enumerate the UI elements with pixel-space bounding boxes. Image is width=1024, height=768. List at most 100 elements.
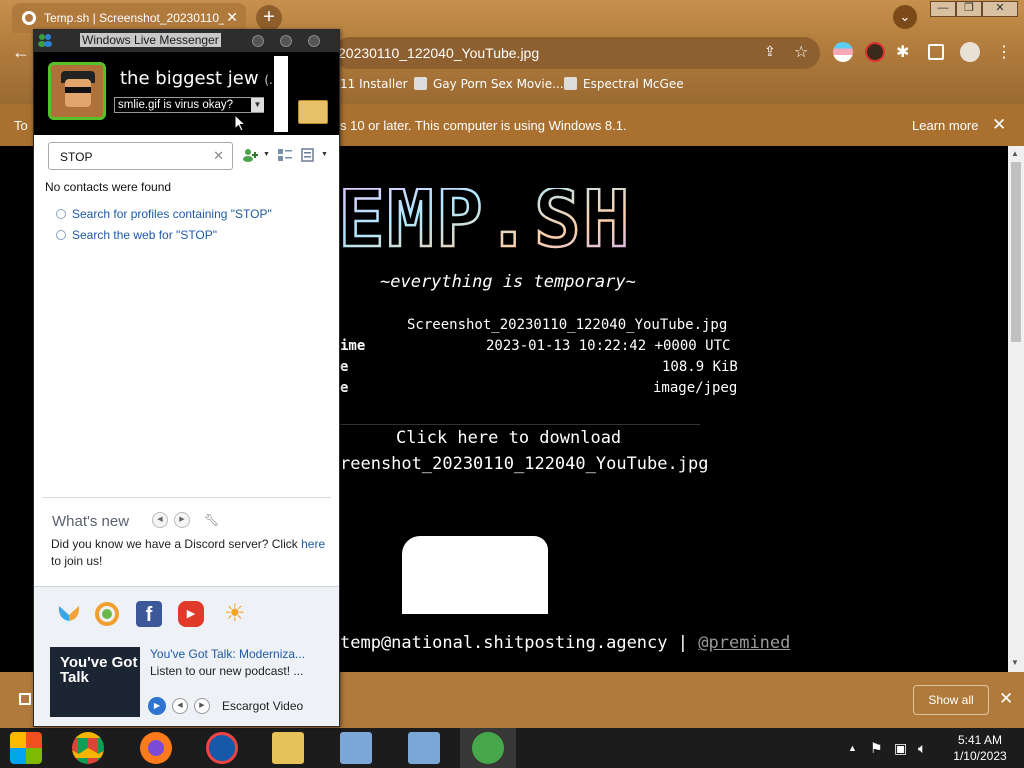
volume-icon[interactable]: 🔈︎ bbox=[918, 740, 926, 757]
minimize-button[interactable]: — bbox=[930, 1, 956, 17]
divider bbox=[340, 424, 700, 425]
bookmark-movie[interactable]: Gay Porn Sex Movie... bbox=[414, 77, 564, 91]
network-app-2-taskbar-icon[interactable] bbox=[408, 732, 440, 764]
whats-new-prev-icon[interactable]: ◀ bbox=[152, 512, 168, 528]
whats-new-divider bbox=[42, 497, 331, 498]
address-bar[interactable]: 20230110_122040_YouTube.jpg ⇪ ☆ bbox=[334, 37, 820, 69]
opera-taskbar-icon[interactable] bbox=[206, 732, 238, 764]
network-icon[interactable]: ▣ bbox=[894, 740, 907, 757]
add-contact-icon[interactable] bbox=[242, 147, 258, 163]
footer-handle-link[interactable]: @premined bbox=[698, 633, 790, 653]
messenger-close-button[interactable] bbox=[308, 35, 320, 47]
search-profiles-link[interactable]: Search for profiles containing "STOP" bbox=[56, 207, 272, 221]
header-background-decoration bbox=[274, 56, 288, 132]
show-all-button[interactable]: Show all bbox=[913, 685, 989, 715]
status-dropdown-icon[interactable]: ▼ bbox=[251, 98, 264, 112]
bookmark-espectral[interactable]: Espectral McGee bbox=[564, 77, 684, 91]
scroll-down-arrow-icon[interactable]: ▼ bbox=[1011, 658, 1019, 667]
tab-close-icon[interactable]: ✕ bbox=[226, 9, 238, 26]
contact-search-input[interactable]: STOP ✕ bbox=[48, 142, 233, 170]
info-bar-message-start: To bbox=[14, 118, 28, 133]
clock-date: 1/10/2023 bbox=[953, 749, 1007, 763]
info-bar-message: s 10 or later. This computer is using Wi… bbox=[340, 118, 627, 133]
contact-card-icon[interactable] bbox=[298, 100, 328, 124]
maximize-button[interactable]: ❐ bbox=[956, 1, 982, 17]
ad-title-link[interactable]: You've Got Talk: Moderniza... bbox=[150, 647, 305, 661]
download-item-icon[interactable] bbox=[19, 693, 31, 705]
extension-flag-icon[interactable] bbox=[833, 42, 853, 62]
extension-avatar-icon[interactable] bbox=[865, 42, 885, 62]
flag-icon[interactable]: ⚑ bbox=[870, 740, 883, 757]
discord-here-link[interactable]: here bbox=[301, 537, 325, 551]
youtube-icon[interactable]: ▶ bbox=[178, 601, 204, 627]
personal-message[interactable]: smlie.gif is virus okay? bbox=[114, 97, 264, 113]
site-favicon-icon bbox=[22, 11, 36, 25]
size-value: 108.9 KiB bbox=[662, 359, 738, 375]
type-value: image/jpeg bbox=[653, 380, 738, 396]
type-label: e bbox=[340, 380, 349, 396]
tab-search-chevron-icon[interactable]: ⌄ bbox=[893, 5, 917, 29]
options-menu-icon[interactable] bbox=[301, 147, 317, 163]
profile-avatar-icon[interactable] bbox=[960, 42, 980, 62]
whats-new-text: Did you know we have a Discord server? C… bbox=[51, 537, 326, 568]
display-name[interactable]: the biggest jew (... bbox=[120, 68, 280, 89]
back-arrow-icon[interactable]: ← bbox=[12, 42, 30, 63]
close-window-button[interactable]: ✕ bbox=[982, 1, 1018, 17]
download-link[interactable]: Click here to download bbox=[396, 428, 621, 448]
learn-more-link[interactable]: Learn more bbox=[912, 118, 978, 133]
tray-expand-icon[interactable]: ▲ bbox=[848, 743, 857, 753]
url-text: 20230110_122040_YouTube.jpg bbox=[338, 45, 540, 61]
add-contact-dropdown-icon[interactable]: ▼ bbox=[263, 151, 270, 158]
escargot-c-icon[interactable] bbox=[94, 601, 120, 627]
ad-source-label: Escargot Video bbox=[222, 699, 304, 713]
whats-new-next-icon[interactable]: ▶ bbox=[174, 512, 190, 528]
mouse-cursor-icon bbox=[234, 114, 246, 132]
messenger-title-bar[interactable]: Windows Live Messenger bbox=[34, 30, 339, 52]
bookmark-star-icon[interactable]: ☆ bbox=[794, 42, 808, 62]
page-scrollbar[interactable]: ▲ ▼ bbox=[1008, 146, 1024, 672]
messenger-window: Windows Live Messenger the biggest jew (… bbox=[33, 29, 340, 727]
butterfly-icon[interactable] bbox=[56, 601, 82, 627]
ad-next-icon[interactable]: ▶ bbox=[194, 698, 210, 714]
messenger-window-title: Windows Live Messenger bbox=[80, 33, 221, 47]
weather-sun-icon[interactable]: ☀ bbox=[224, 601, 250, 627]
extensions-puzzle-icon[interactable]: ✱ bbox=[896, 42, 916, 62]
ad-thumbnail[interactable]: You've Got Talk bbox=[50, 647, 140, 717]
bookmark-favicon-icon bbox=[564, 77, 577, 90]
scroll-up-arrow-icon[interactable]: ▲ bbox=[1011, 149, 1019, 158]
whats-new-title: What's new bbox=[52, 513, 130, 530]
chrome-taskbar-icon[interactable] bbox=[72, 732, 104, 764]
search-web-link[interactable]: Search the web for "STOP" bbox=[56, 228, 217, 242]
system-clock[interactable]: 5:41 AM 1/10/2023 bbox=[940, 732, 1020, 764]
footer-separator: | bbox=[677, 633, 689, 653]
tab-title: Temp.sh | Screenshot_20230110_ bbox=[44, 11, 224, 25]
messenger-taskbar-active[interactable] bbox=[460, 728, 516, 768]
contact-search-value: STOP bbox=[60, 150, 93, 164]
side-panel-icon[interactable] bbox=[928, 44, 944, 60]
change-view-icon[interactable] bbox=[277, 147, 293, 163]
file-explorer-taskbar-icon[interactable] bbox=[272, 732, 304, 764]
menu-kebab-icon[interactable]: ⋮ bbox=[996, 42, 1016, 62]
whats-new-settings-wrench-icon[interactable]: 🔧︎ bbox=[204, 513, 219, 527]
ad-play-icon[interactable]: ▶ bbox=[148, 697, 166, 715]
messenger-buddy-icon bbox=[38, 34, 52, 47]
firefox-taskbar-icon[interactable] bbox=[140, 732, 172, 764]
messenger-maximize-button[interactable] bbox=[280, 35, 292, 47]
options-dropdown-icon[interactable]: ▼ bbox=[321, 151, 328, 158]
clear-search-icon[interactable]: ✕ bbox=[213, 148, 224, 164]
download-shelf-close-icon[interactable]: ✕ bbox=[999, 689, 1013, 709]
expiry-value: 2023-01-13 10:22:42 +0000 UTC bbox=[486, 338, 731, 354]
ad-prev-icon[interactable]: ◀ bbox=[172, 698, 188, 714]
page-footer: temp@national.shitposting.agency | @prem… bbox=[340, 633, 790, 653]
download-file-name[interactable]: reenshot_20230110_122040_YouTube.jpg bbox=[340, 454, 708, 474]
bookmark-installer[interactable]: 11 Installer bbox=[340, 77, 408, 91]
info-bar-close-icon[interactable]: ✕ bbox=[992, 115, 1006, 135]
facebook-icon[interactable]: f bbox=[136, 601, 162, 627]
avatar[interactable] bbox=[48, 62, 106, 120]
scroll-thumb[interactable] bbox=[1011, 162, 1021, 342]
network-app-taskbar-icon[interactable] bbox=[340, 732, 372, 764]
start-button-icon[interactable] bbox=[10, 732, 42, 764]
messenger-minimize-button[interactable] bbox=[252, 35, 264, 47]
new-tab-button[interactable]: + bbox=[256, 5, 282, 31]
share-icon[interactable]: ⇪ bbox=[764, 43, 776, 60]
